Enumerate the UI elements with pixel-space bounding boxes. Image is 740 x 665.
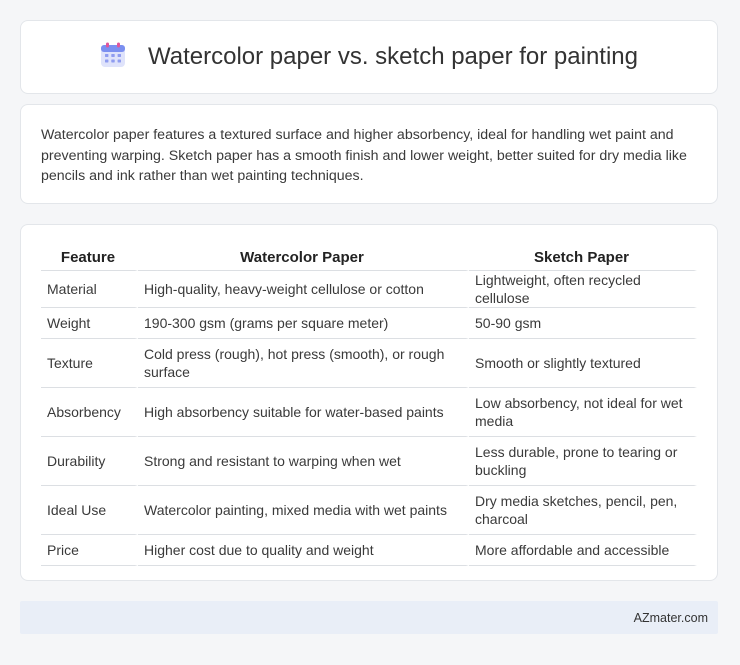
sketch-cell: More affordable and accessible	[469, 535, 697, 566]
intro-text: Watercolor paper features a textured sur…	[41, 127, 687, 184]
watercolor-cell: High absorbency suitable for water-based…	[138, 388, 469, 437]
feature-cell: Weight	[41, 308, 138, 339]
watercolor-cell: Watercolor painting, mixed media with we…	[138, 486, 469, 535]
comparison-table: Feature Watercolor Paper Sketch Paper Ma…	[41, 243, 697, 566]
column-header-watercolor: Watercolor Paper	[138, 243, 469, 271]
watercolor-cell: Cold press (rough), hot press (smooth), …	[138, 339, 469, 388]
page-title: Watercolor paper vs. sketch paper for pa…	[147, 43, 639, 70]
footer-bar: AZmater.com	[20, 601, 718, 634]
sketch-cell: 50-90 gsm	[469, 308, 697, 339]
feature-cell: Price	[41, 535, 138, 566]
sketch-cell: Less durable, prone to tearing or buckli…	[469, 437, 697, 486]
sketch-cell: Lightweight, often recycled cellulose	[469, 271, 697, 308]
table-row: Texture Cold press (rough), hot press (s…	[41, 339, 697, 388]
watercolor-cell: Higher cost due to quality and weight	[138, 535, 469, 566]
feature-cell: Durability	[41, 437, 138, 486]
sketch-cell: Dry media sketches, pencil, pen, charcoa…	[469, 486, 697, 535]
table-row: Ideal Use Watercolor painting, mixed med…	[41, 486, 697, 535]
feature-cell: Texture	[41, 339, 138, 388]
comparison-card: Feature Watercolor Paper Sketch Paper Ma…	[20, 224, 718, 581]
table-row: Price Higher cost due to quality and wei…	[41, 535, 697, 566]
table-row: Weight 190-300 gsm (grams per square met…	[41, 308, 697, 339]
watercolor-cell: Strong and resistant to warping when wet	[138, 437, 469, 486]
calendar-icon	[100, 42, 125, 67]
footer-site-link[interactable]: AZmater.com	[634, 611, 708, 625]
table-row: Material High-quality, heavy-weight cell…	[41, 271, 697, 308]
sketch-cell: Low absorbency, not ideal for wet media	[469, 388, 697, 437]
feature-cell: Material	[41, 271, 138, 308]
table-row: Durability Strong and resistant to warpi…	[41, 437, 697, 486]
title-card: Watercolor paper vs. sketch paper for pa…	[20, 20, 718, 94]
watercolor-cell: High-quality, heavy-weight cellulose or …	[138, 271, 469, 308]
sketch-cell: Smooth or slightly textured	[469, 339, 697, 388]
column-header-feature: Feature	[41, 243, 138, 271]
intro-card: Watercolor paper features a textured sur…	[20, 104, 718, 204]
table-header-row: Feature Watercolor Paper Sketch Paper	[41, 243, 697, 271]
watercolor-cell: 190-300 gsm (grams per square meter)	[138, 308, 469, 339]
table-row: Absorbency High absorbency suitable for …	[41, 388, 697, 437]
column-header-sketch: Sketch Paper	[469, 243, 697, 271]
feature-cell: Absorbency	[41, 388, 138, 437]
feature-cell: Ideal Use	[41, 486, 138, 535]
